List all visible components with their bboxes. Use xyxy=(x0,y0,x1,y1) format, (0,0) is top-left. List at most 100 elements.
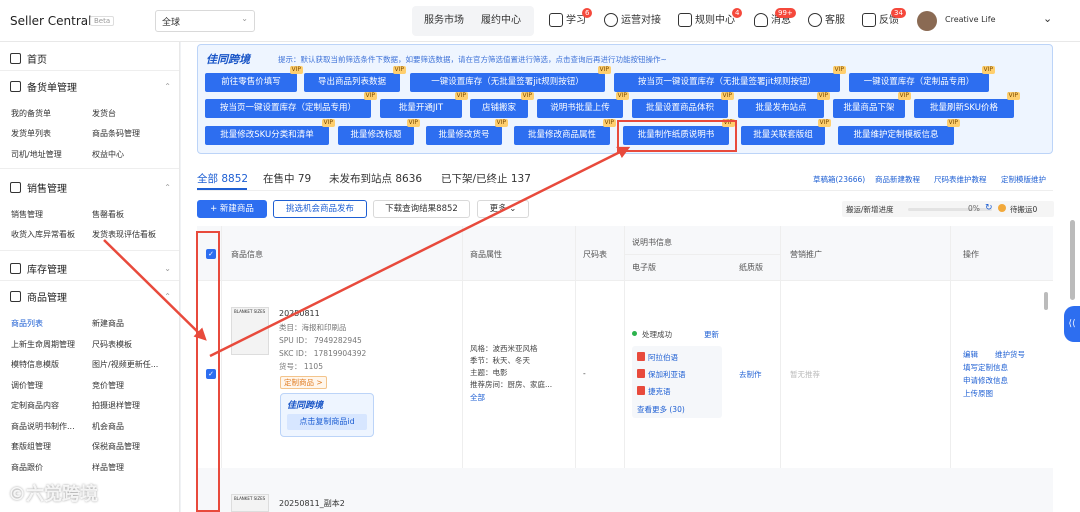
sidebar-item[interactable]: 销售管理 xyxy=(11,209,43,220)
more-button[interactable]: 更多 ⌄ xyxy=(477,200,529,218)
sidebar-item[interactable]: 权益中心 xyxy=(92,149,124,160)
sidebar-item[interactable]: 模特信息模版 xyxy=(11,359,59,370)
sidebar-item[interactable]: 竞价管理 xyxy=(92,380,124,391)
sidebar-item-product-list[interactable]: 商品列表 xyxy=(11,318,43,329)
skc-id[interactable]: SKC ID： 17819904392 xyxy=(279,348,366,359)
sidebar-item[interactable]: 发货单列表 xyxy=(11,128,51,139)
pick-opportunity-button[interactable]: 挑选机会商品发布 xyxy=(273,200,367,218)
sidebar-item[interactable]: 定制商品内容 xyxy=(11,400,59,411)
tool-button[interactable]: 批量刷新SKU价格 VIP xyxy=(914,92,1020,118)
refresh-icon[interactable]: ↻ xyxy=(985,203,993,213)
sidebar-section-sales[interactable]: 销售管理 xyxy=(10,180,67,195)
sidebar-item[interactable]: 发货表现评估看板 xyxy=(92,229,156,240)
maintain-sku-link[interactable]: 维护货号 xyxy=(995,349,1025,360)
tool-button[interactable]: 批量修改标题 VIP xyxy=(338,119,420,145)
chevron-up-icon[interactable]: ⌃ xyxy=(164,82,171,91)
tool-button[interactable]: 导出商品列表数据 VIP xyxy=(304,66,406,92)
sidebar-item[interactable]: 我的备货单 xyxy=(11,108,51,119)
custom-info-link[interactable]: 填写定制信息 xyxy=(963,362,1008,373)
size-tutorial-link[interactable]: 尺码表维护教程 xyxy=(934,174,987,185)
spu-id[interactable]: SPU ID： 7949282945 xyxy=(279,335,362,346)
sidebar-home[interactable]: 首页 xyxy=(10,51,47,66)
sidebar-item[interactable]: 收货入库异常看板 xyxy=(11,229,75,240)
tool-button[interactable]: 按当页一键设置库存（无批量签署jit规则按钮） VIP xyxy=(614,66,846,92)
product-thumbnail[interactable]: BLANKET SIZES xyxy=(231,307,269,355)
tool-button[interactable]: 批量关联套版组 VIP xyxy=(741,119,831,145)
sidebar-item[interactable]: 商品条码管理 xyxy=(92,128,140,139)
attr-all-link[interactable]: 全部 xyxy=(470,392,485,403)
username[interactable]: Creative Life xyxy=(945,15,996,24)
custom-template-link[interactable]: 定制模版维护 xyxy=(1001,174,1046,185)
product-thumbnail[interactable]: BLANKET SIZES xyxy=(231,494,269,512)
tool-button[interactable]: 批量修改商品属性 VIP xyxy=(514,119,616,145)
sidebar-item[interactable]: 拍摄退样管理 xyxy=(92,400,140,411)
tab-on-sale[interactable]: 在售中 79 xyxy=(263,171,311,186)
sidebar-item[interactable]: 商品说明书制作... xyxy=(11,421,75,432)
nav-rules[interactable]: 规则中心 xyxy=(678,8,735,34)
sidebar-item[interactable]: 上新生命周期管理 xyxy=(11,339,75,350)
chevron-down-icon[interactable]: ⌄ xyxy=(1043,12,1052,25)
manual-more-link[interactable]: 查看更多 (30) xyxy=(637,404,685,415)
page-scrollbar[interactable] xyxy=(1070,220,1075,300)
chevron-down-icon[interactable]: ⌄ xyxy=(164,264,171,273)
row-scrollbar[interactable] xyxy=(1044,292,1048,310)
chevron-up-icon[interactable]: ⌃ xyxy=(164,183,171,192)
tool-button[interactable]: 按当页一键设置库存（定制品专用） VIP xyxy=(205,92,377,118)
new-product-button[interactable]: + 新建商品 xyxy=(197,200,267,218)
manual-doc[interactable]: 阿拉伯语 xyxy=(637,352,678,363)
tab-unpublished[interactable]: 未发布到站点 8636 xyxy=(329,171,422,186)
region-select[interactable]: 全球 ⌄ xyxy=(155,10,255,32)
edit-link[interactable]: 编辑 xyxy=(963,349,978,360)
copy-product-id-button[interactable]: 点击复制商品id xyxy=(287,414,367,430)
sidebar-item[interactable]: 机会商品 xyxy=(92,421,124,432)
sidebar-item[interactable]: 保税商品管理 xyxy=(92,441,140,452)
sidebar-item[interactable]: 样品管理 xyxy=(92,462,124,473)
collapse-panel-button[interactable]: ⟨⟨ xyxy=(1064,306,1080,342)
nav-learn[interactable]: 学习 xyxy=(549,8,586,34)
sidebar-item[interactable]: 司机/地址管理 xyxy=(11,149,62,160)
manual-update-link[interactable]: 更新 xyxy=(704,329,719,340)
tool-button[interactable]: 批量修改SKU分类和清单 VIP xyxy=(205,119,335,145)
nav-ops[interactable]: 运营对接 xyxy=(604,8,661,34)
nav-fulfillment[interactable]: 履约中心 xyxy=(481,8,521,34)
sidebar-section-products[interactable]: 商品管理 xyxy=(10,289,67,304)
tool-button[interactable]: 批量商品下架 VIP xyxy=(833,92,911,118)
brand-title[interactable]: Seller Central xyxy=(10,14,92,28)
tool-button[interactable]: 批量维护定制模板信息 VIP xyxy=(838,119,960,145)
tool-button[interactable]: 前往零售价填写 VIP xyxy=(205,66,303,92)
tool-button[interactable]: 批量发布站点 VIP xyxy=(738,92,830,118)
download-results-button[interactable]: 下载查询结果8852 xyxy=(373,200,470,218)
tool-button[interactable]: 批量开通JIT VIP xyxy=(380,92,468,118)
sidebar-item[interactable]: 售罄看板 xyxy=(92,209,124,220)
chevron-up-icon[interactable]: ⌃ xyxy=(164,292,171,301)
sidebar-item[interactable]: 调价管理 xyxy=(11,380,43,391)
sidebar-item[interactable]: 商品跟价 xyxy=(11,462,43,473)
tool-button[interactable]: 批量修改货号 VIP xyxy=(426,119,508,145)
upload-original-link[interactable]: 上传原图 xyxy=(963,388,993,399)
nav-support[interactable]: 客服 xyxy=(808,8,845,34)
nav-service-market[interactable]: 服务市场 xyxy=(424,8,464,34)
sidebar-section-stock-orders[interactable]: 备货单管理 xyxy=(10,79,77,94)
tool-button[interactable]: 说明书批量上传 VIP xyxy=(537,92,629,118)
tool-button[interactable]: 店铺搬家 VIP xyxy=(470,92,534,118)
avatar[interactable] xyxy=(917,11,937,31)
sidebar-item[interactable]: 新建商品 xyxy=(92,318,124,329)
drafts-link[interactable]: 草稿箱(23666) xyxy=(813,174,865,185)
manual-doc[interactable]: 捷克语 xyxy=(637,386,671,397)
sidebar-item[interactable]: 发货台 xyxy=(92,108,116,119)
tool-button[interactable]: 一键设置库存（定制品专用） VIP xyxy=(849,66,995,92)
sidebar-item[interactable]: 套版组管理 xyxy=(11,441,51,452)
custom-product-tag[interactable]: 定制商品 > xyxy=(280,376,327,389)
make-paper-link[interactable]: 去制作 xyxy=(739,369,762,380)
sidebar-item[interactable]: 图片/视频更新任... xyxy=(92,359,158,370)
tab-offline[interactable]: 已下架/已终止 137 xyxy=(441,171,531,186)
request-edit-link[interactable]: 申请修改信息 xyxy=(963,375,1008,386)
tab-all[interactable]: 全部 8852 xyxy=(197,171,248,186)
manual-doc[interactable]: 保加利亚语 xyxy=(637,369,686,380)
tutorial-link[interactable]: 商品新建教程 xyxy=(875,174,920,185)
sidebar-section-inventory[interactable]: 库存管理 xyxy=(10,261,67,276)
size-value: - xyxy=(583,369,586,378)
tool-button[interactable]: 一键设置库存（无批量签署jit规则按钮） VIP xyxy=(410,66,611,92)
sidebar-item[interactable]: 尺码表模板 xyxy=(92,339,132,350)
tool-button[interactable]: 批量设置商品体积 VIP xyxy=(632,92,734,118)
